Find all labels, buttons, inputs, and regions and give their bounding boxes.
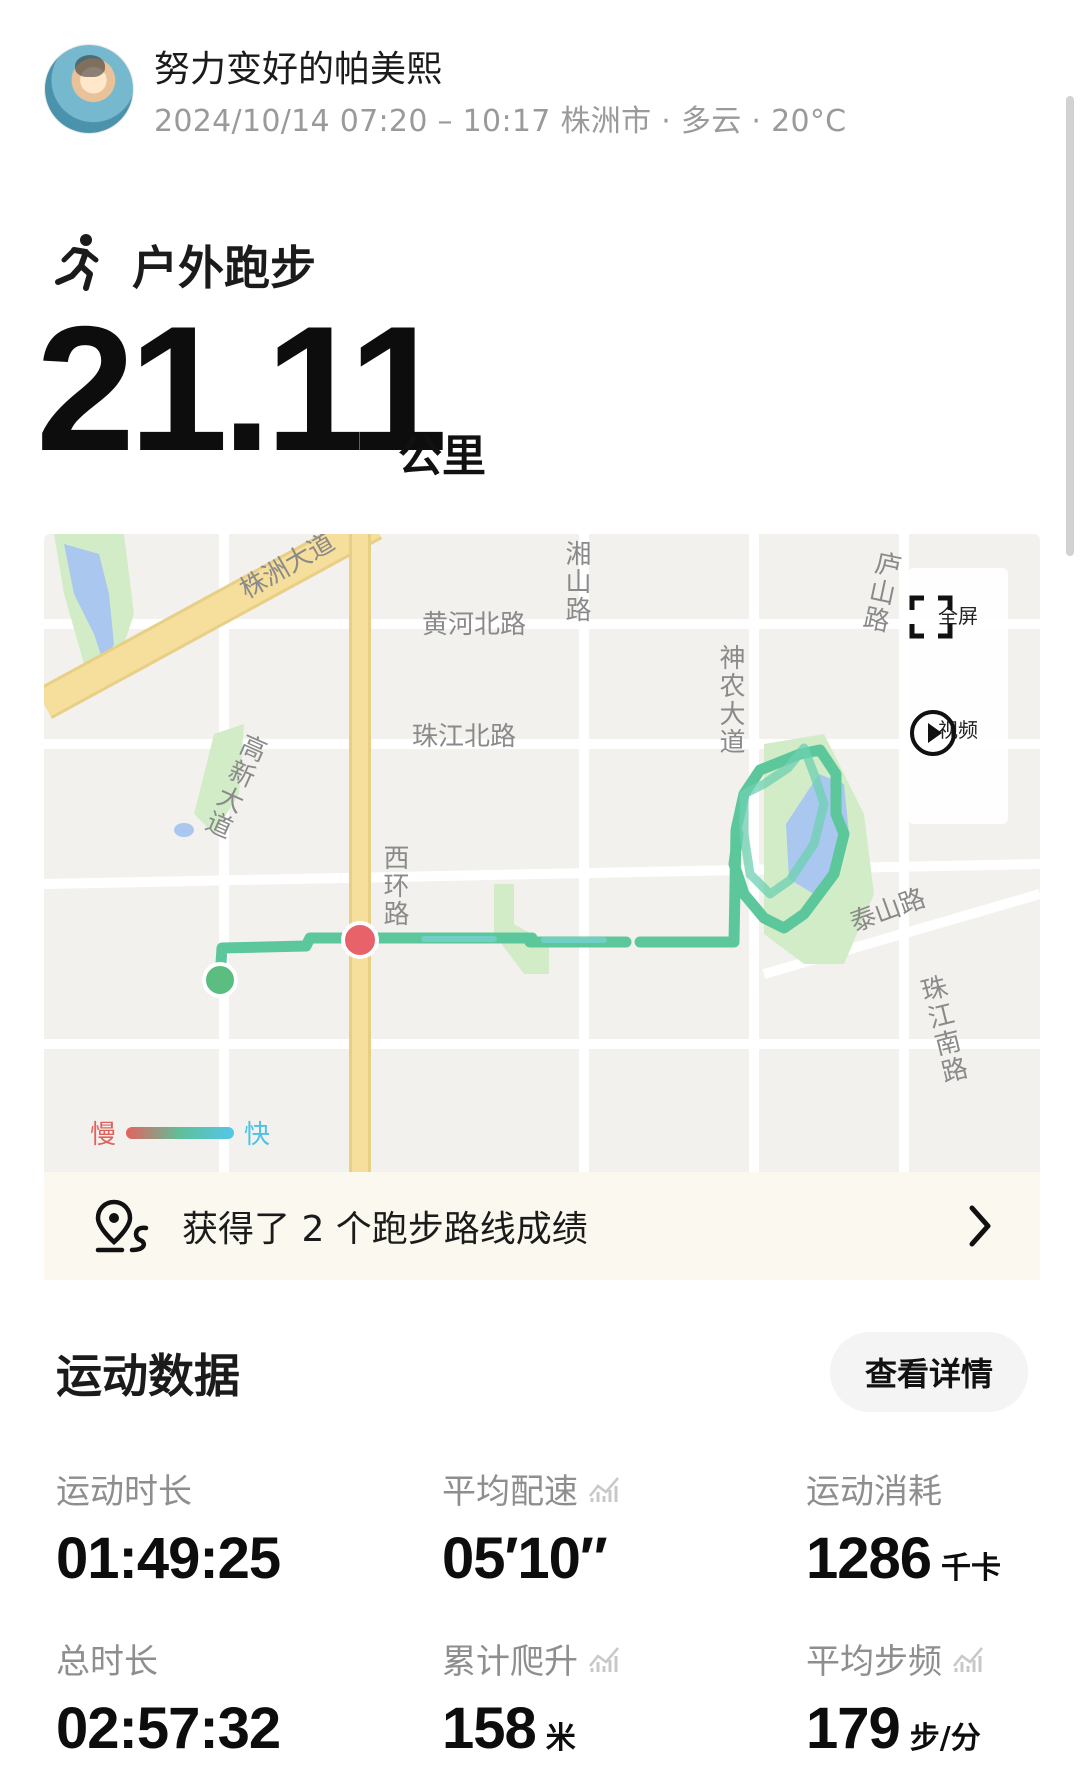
route-map[interactable]: 株洲大道 湘山路 黄河北路 庐山路 神农大道 珠江北路 高新大道 西环路 泰山路… [44, 534, 1040, 1172]
view-details-button[interactable]: 查看详情 [830, 1332, 1028, 1412]
time-range: 2024/10/14 07:20 – 10:17 [154, 104, 551, 139]
legend-fast: 快 [244, 1120, 271, 1150]
route-achievement-text: 获得了 2 个跑步路线成绩 [182, 1209, 588, 1250]
fullscreen-icon [909, 595, 953, 639]
stat-duration: 运动时长 01:49:25 [56, 1464, 376, 1592]
stat-label: 运动消耗 [806, 1472, 942, 1512]
stat-unit: 米 [545, 1721, 576, 1756]
username[interactable]: 努力变好的帕美熙 [154, 40, 442, 92]
road-label-xihuan: 西环路 [379, 844, 409, 928]
stat-label: 平均步频 [806, 1642, 942, 1682]
temperature: 20°C [771, 104, 847, 139]
stat-value: 02:57:32 [56, 1696, 281, 1761]
meta-separator: · [661, 104, 672, 139]
stat-label: 平均配速 [442, 1472, 578, 1512]
activity-meta: 2024/10/14 07:20 – 10:17 株洲市 · 多云 · 20°C [154, 96, 846, 140]
stat-label: 运动时长 [56, 1472, 192, 1512]
stat-label: 总时长 [56, 1642, 158, 1682]
section-title: 运动数据 [56, 1349, 240, 1403]
stat-calories: 运动消耗 1286 千卡 [806, 1464, 1080, 1592]
trend-chart-icon [953, 1646, 983, 1672]
stat-unit: 步/分 [909, 1721, 981, 1756]
map-controls: 全屏 视频 [908, 568, 1008, 824]
distance-value: 21.11 [36, 289, 448, 488]
stat-pace[interactable]: 平均配速 05′10″ [442, 1464, 762, 1592]
legend-slow: 慢 [90, 1120, 117, 1150]
end-marker [341, 921, 379, 959]
stat-value: 1286 [806, 1526, 932, 1591]
stat-label: 累计爬升 [442, 1642, 578, 1682]
legend-gradient-bar [126, 1126, 235, 1139]
road-label-huanghe-north: 黄河北路 [422, 610, 527, 640]
start-marker [202, 962, 238, 998]
avatar[interactable] [44, 44, 134, 134]
stat-unit: 千卡 [941, 1551, 1002, 1586]
stat-ascent[interactable]: 累计爬升 158 米 [442, 1634, 762, 1762]
stat-total-time: 总时长 02:57:32 [56, 1634, 376, 1762]
meta-separator: · [751, 104, 762, 139]
chevron-right-icon [969, 1205, 991, 1247]
stat-value: 05′10″ [442, 1526, 608, 1591]
stat-value: 179 [806, 1696, 901, 1761]
stat-value: 01:49:25 [56, 1526, 281, 1591]
trend-chart-icon [589, 1646, 619, 1672]
road-label-zhujiang-north: 珠江北路 [412, 722, 517, 752]
fullscreen-button[interactable]: 全屏 [908, 594, 1008, 639]
route-pin-icon [95, 1199, 149, 1253]
road-label-xiangshan: 湘山路 [561, 540, 591, 624]
stat-cadence[interactable]: 平均步频 179 步/分 [806, 1634, 1080, 1762]
running-person-icon [55, 234, 99, 291]
video-button[interactable]: 视频 [908, 708, 1008, 756]
distance-unit: 公里 [398, 431, 486, 482]
trend-chart-icon [589, 1476, 619, 1502]
route-achievement-row[interactable]: 获得了 2 个跑步路线成绩 [44, 1172, 1040, 1280]
road-label-shennong: 神农大道 [715, 644, 745, 756]
city: 株洲市 [560, 104, 652, 139]
weather: 多云 [680, 104, 742, 139]
play-circle-icon [910, 710, 956, 756]
pace-legend: 慢 快 [90, 1114, 270, 1151]
scrollbar[interactable] [1066, 96, 1074, 556]
stat-value: 158 [442, 1696, 537, 1761]
